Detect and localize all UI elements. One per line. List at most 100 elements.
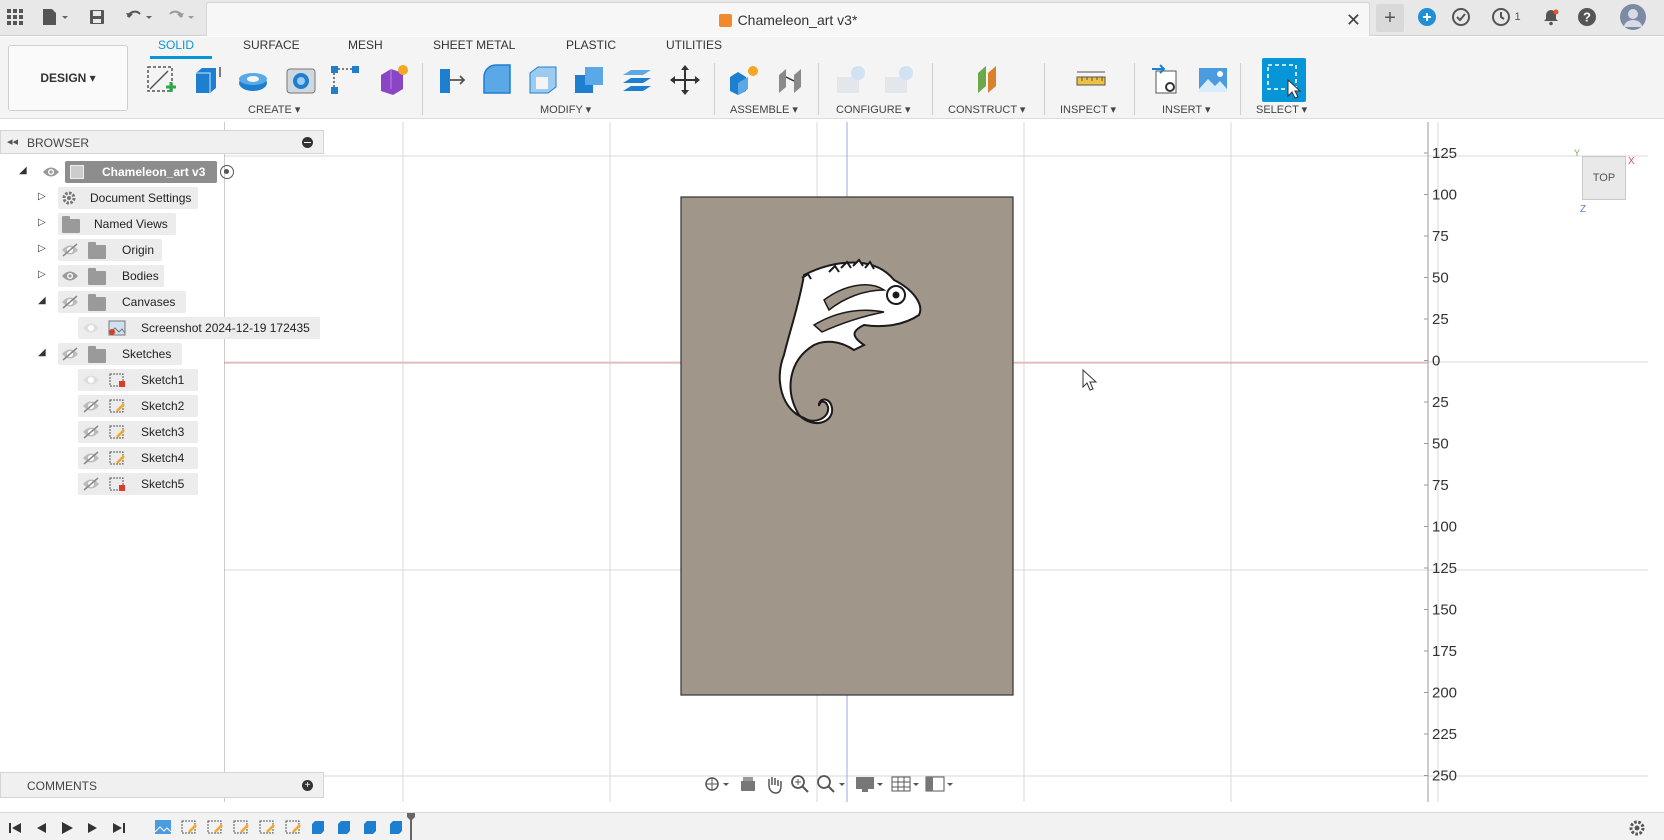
file-menu-icon[interactable]: [38, 6, 72, 28]
revolve-icon[interactable]: [234, 61, 272, 99]
pattern-icon[interactable]: [326, 61, 364, 99]
combine-icon[interactable]: [570, 61, 608, 99]
user-avatar[interactable]: [1618, 4, 1648, 30]
viewports-icon[interactable]: [924, 774, 954, 797]
orbit-icon[interactable]: [702, 774, 730, 797]
go-to-start-icon[interactable]: [8, 821, 22, 838]
workspace-switcher[interactable]: DESIGN ▾: [8, 45, 128, 111]
tab-surface[interactable]: SURFACE: [243, 38, 300, 52]
timeline-extrude-icon[interactable]: [336, 819, 352, 838]
timeline-sketch-icon[interactable]: [258, 819, 276, 838]
expand-triangle-icon[interactable]: ▷: [38, 269, 46, 280]
insert-canvas-icon[interactable]: [1194, 61, 1232, 99]
timeline-marker[interactable]: [406, 813, 416, 840]
visibility-eye-icon[interactable]: [82, 373, 100, 387]
collapse-triangle-icon[interactable]: ◢: [38, 295, 46, 306]
fillet-icon[interactable]: [478, 61, 516, 99]
timeline-sketch-icon[interactable]: [180, 819, 198, 838]
hole-icon[interactable]: [282, 61, 320, 99]
timeline-canvas-icon[interactable]: [154, 819, 172, 838]
insert-derive-icon[interactable]: [1148, 61, 1186, 99]
extensions-icon[interactable]: [1416, 6, 1438, 28]
minimize-browser-icon[interactable]: [302, 137, 313, 148]
add-comment-icon[interactable]: +: [302, 780, 313, 791]
insert-menu[interactable]: INSERT ▾: [1162, 103, 1211, 116]
offset-plane-icon[interactable]: [970, 61, 1008, 99]
go-to-end-icon[interactable]: [112, 821, 126, 838]
new-tab-button[interactable]: +: [1376, 4, 1404, 32]
joint-icon[interactable]: [772, 61, 810, 99]
play-icon[interactable]: [60, 821, 74, 838]
tab-solid[interactable]: SOLID: [158, 38, 194, 52]
hidden-eye-icon[interactable]: [82, 477, 100, 491]
tab-mesh[interactable]: MESH: [348, 38, 383, 52]
collapse-browser-icon[interactable]: ◂◂: [7, 135, 18, 148]
redo-icon[interactable]: [164, 6, 198, 28]
configure-menu[interactable]: CONFIGURE ▾: [836, 103, 911, 116]
timeline-extrude-icon[interactable]: [388, 819, 404, 838]
timeline-sketch-icon[interactable]: [232, 819, 250, 838]
activate-radio-icon[interactable]: [220, 165, 234, 179]
help-icon[interactable]: ?: [1576, 6, 1598, 28]
expand-triangle-icon[interactable]: ▷: [38, 191, 46, 202]
construct-menu[interactable]: CONSTRUCT ▾: [948, 103, 1025, 116]
app-grid-icon[interactable]: [4, 6, 26, 28]
create-menu[interactable]: CREATE ▾: [248, 103, 300, 116]
pan-hand-icon[interactable]: [764, 774, 784, 797]
bell-icon[interactable]: [1540, 6, 1562, 28]
undo-icon[interactable]: [122, 6, 156, 28]
select-menu[interactable]: SELECT ▾: [1256, 103, 1307, 116]
timeline-settings-gear-icon[interactable]: [1628, 819, 1646, 840]
design-viewport[interactable]: 125 100 75 50 25 0 25 50 75 100 125 150 175 200 225 250: [224, 122, 1664, 802]
fit-icon[interactable]: [816, 774, 846, 797]
close-tab-icon[interactable]: ✕: [1346, 10, 1361, 31]
step-back-icon[interactable]: [34, 821, 48, 838]
tab-plastic[interactable]: PLASTIC: [566, 38, 616, 52]
ruler-tick-label: 0: [1432, 353, 1440, 370]
press-pull-icon[interactable]: [432, 61, 470, 99]
move-copy-icon[interactable]: [666, 61, 704, 99]
grid-settings-icon[interactable]: [890, 774, 920, 797]
tab-sheet-metal[interactable]: SHEET METAL: [433, 38, 515, 52]
offset-face-icon[interactable]: [618, 61, 656, 99]
hidden-eye-icon[interactable]: [61, 295, 79, 309]
ruler-tick-label: 225: [1432, 726, 1457, 743]
visibility-eye-icon[interactable]: [61, 269, 79, 283]
collapse-triangle-icon[interactable]: ◢: [19, 165, 27, 176]
expand-triangle-icon[interactable]: ▷: [38, 243, 46, 254]
assemble-menu[interactable]: ASSEMBLE ▾: [730, 103, 798, 116]
viewcube[interactable]: TOP: [1582, 156, 1626, 200]
shell-icon[interactable]: [524, 61, 562, 99]
timeline-sketch-icon[interactable]: [284, 819, 302, 838]
timeline-extrude-icon[interactable]: [310, 819, 326, 838]
collapse-triangle-icon[interactable]: ◢: [38, 347, 46, 358]
visibility-eye-icon[interactable]: [82, 321, 100, 335]
select-icon[interactable]: [1262, 58, 1306, 102]
hidden-eye-icon[interactable]: [61, 243, 79, 257]
form-icon[interactable]: [374, 61, 412, 99]
tab-utilities[interactable]: UTILITIES: [666, 38, 722, 52]
job-status-icon[interactable]: [1450, 6, 1472, 28]
timeline-extrude-icon[interactable]: [362, 819, 378, 838]
hidden-eye-icon[interactable]: [82, 451, 100, 465]
timeline-sketch-icon[interactable]: [206, 819, 224, 838]
hidden-eye-icon[interactable]: [61, 347, 79, 361]
new-component-icon[interactable]: [724, 61, 762, 99]
step-forward-icon[interactable]: [86, 821, 100, 838]
expand-triangle-icon[interactable]: ▷: [38, 217, 46, 228]
display-settings-icon[interactable]: [854, 774, 884, 797]
measure-icon[interactable]: [1072, 61, 1110, 99]
visibility-eye-icon[interactable]: [42, 165, 60, 179]
look-at-icon[interactable]: [738, 774, 758, 797]
extrude-icon[interactable]: [188, 61, 226, 99]
toolbar-divider: [714, 63, 715, 115]
inspect-menu[interactable]: INSPECT ▾: [1060, 103, 1116, 116]
zoom-icon[interactable]: [790, 774, 810, 797]
save-icon[interactable]: [86, 6, 108, 28]
hidden-eye-icon[interactable]: [82, 399, 100, 413]
create-sketch-icon[interactable]: [142, 61, 180, 99]
document-tab[interactable]: Chameleon_art v3* ✕: [206, 2, 1370, 36]
modify-menu[interactable]: MODIFY ▾: [540, 103, 591, 116]
clock-icon[interactable]: 1: [1486, 6, 1526, 28]
hidden-eye-icon[interactable]: [82, 425, 100, 439]
